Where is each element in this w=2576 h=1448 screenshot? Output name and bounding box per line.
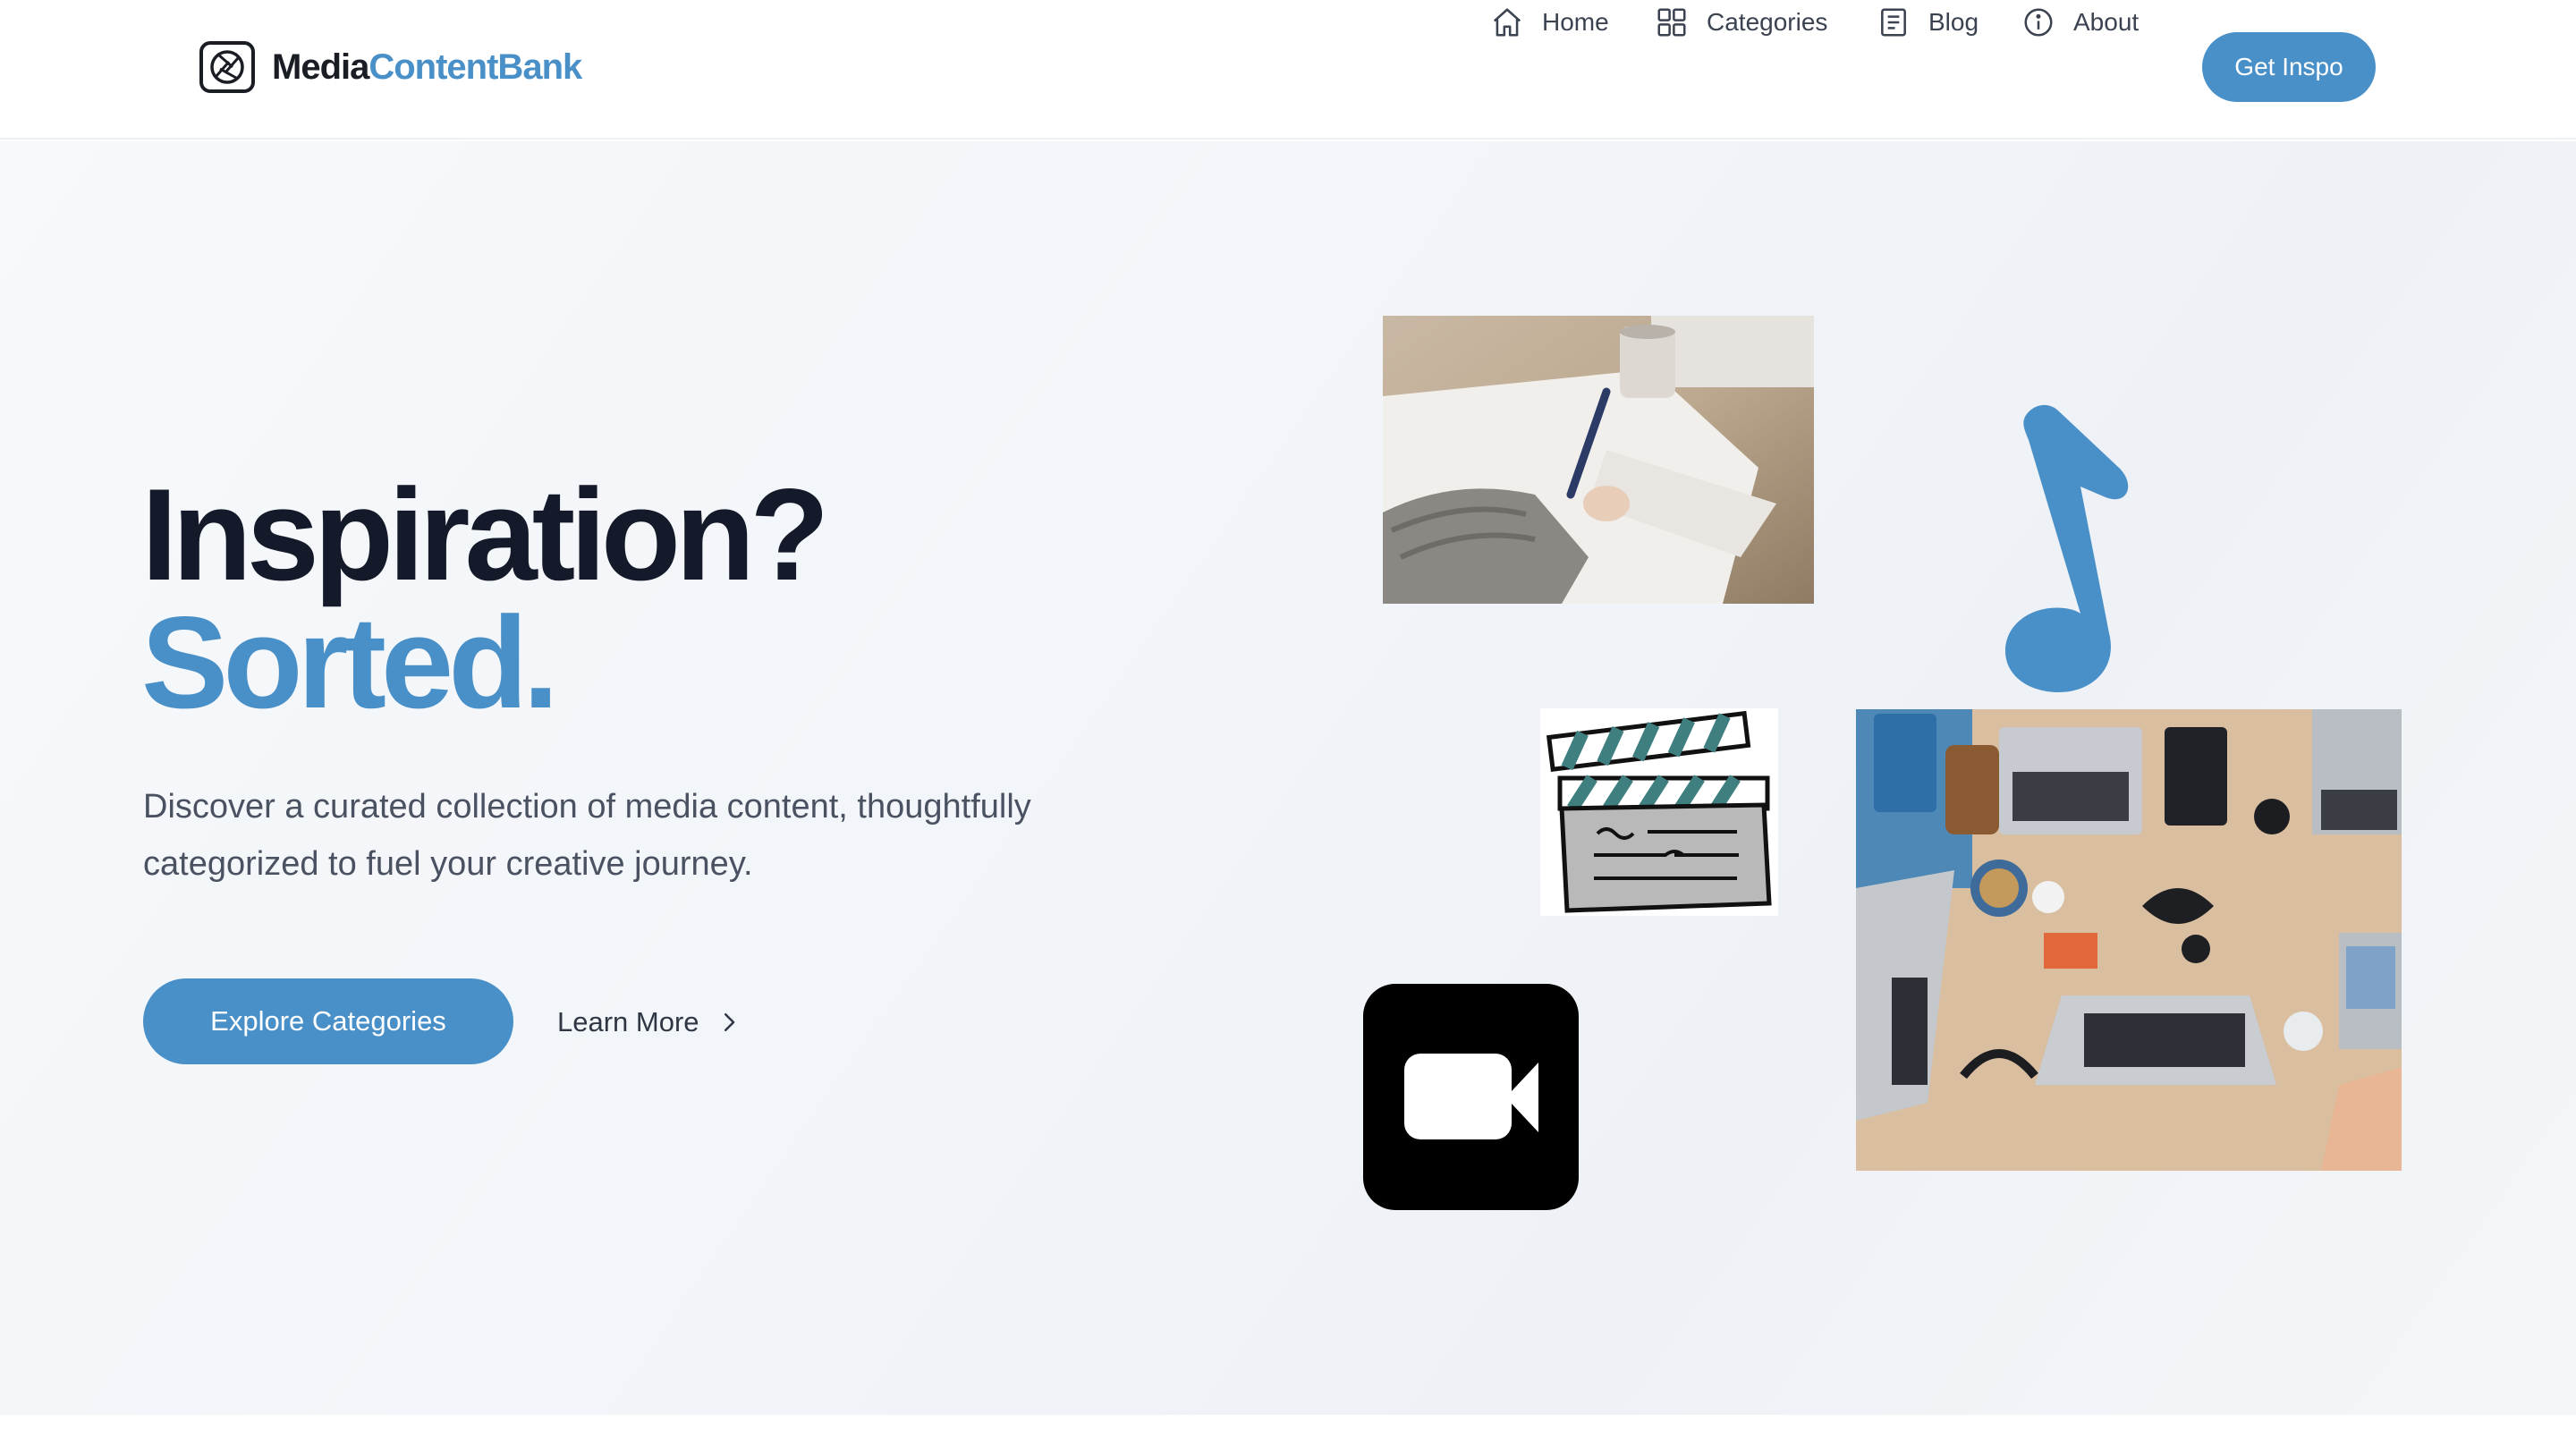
get-inspo-button[interactable]: Get Inspo xyxy=(2202,32,2376,102)
hero-heading-line2: Sorted. xyxy=(141,589,559,735)
aperture-logo-icon xyxy=(199,41,255,93)
video-camera-icon xyxy=(1363,984,1579,1210)
nav-item-categories[interactable]: Categories xyxy=(1655,0,1827,45)
brand-name: MediaContentBank xyxy=(272,47,582,88)
grid-icon xyxy=(1657,8,1686,37)
brand-name-part2: ContentBank xyxy=(369,47,582,87)
hero-heading-line1: Inspiration? xyxy=(141,461,829,607)
info-icon xyxy=(2024,8,2053,37)
home-icon xyxy=(1493,8,1521,37)
brand-name-part1: Media xyxy=(272,47,369,87)
page: MediaContentBank Home Categories Blog Ab… xyxy=(0,0,2576,1448)
learn-more-label: Learn More xyxy=(557,1006,699,1037)
hero-description: Discover a curated collection of media c… xyxy=(143,788,1031,883)
learn-more-link[interactable]: Learn More xyxy=(557,1000,742,1045)
chevron-right-icon xyxy=(724,1013,734,1031)
nav-item-home[interactable]: Home xyxy=(1490,0,1609,45)
nav-label-blog: Blog xyxy=(1928,8,1979,36)
page-bottom-strip xyxy=(0,1415,2576,1448)
music-note-icon xyxy=(2005,404,2129,692)
document-icon xyxy=(1881,8,1906,37)
brand-logo[interactable]: MediaContentBank xyxy=(199,39,582,95)
nav-label-about: About xyxy=(2073,8,2140,36)
nav-label-home: Home xyxy=(1542,8,1609,36)
site-header: MediaContentBank Home Categories Blog Ab… xyxy=(0,0,2576,140)
explore-categories-button[interactable]: Explore Categories xyxy=(143,978,513,1064)
nav-item-blog[interactable]: Blog xyxy=(1877,0,1979,45)
nav-label-categories: Categories xyxy=(1707,8,1828,36)
nav-item-about[interactable]: About xyxy=(2021,0,2139,45)
desk-laptops-photo xyxy=(1856,709,2402,1171)
clapperboard-illustration xyxy=(1540,708,1778,916)
writing-photo xyxy=(1383,316,1814,604)
